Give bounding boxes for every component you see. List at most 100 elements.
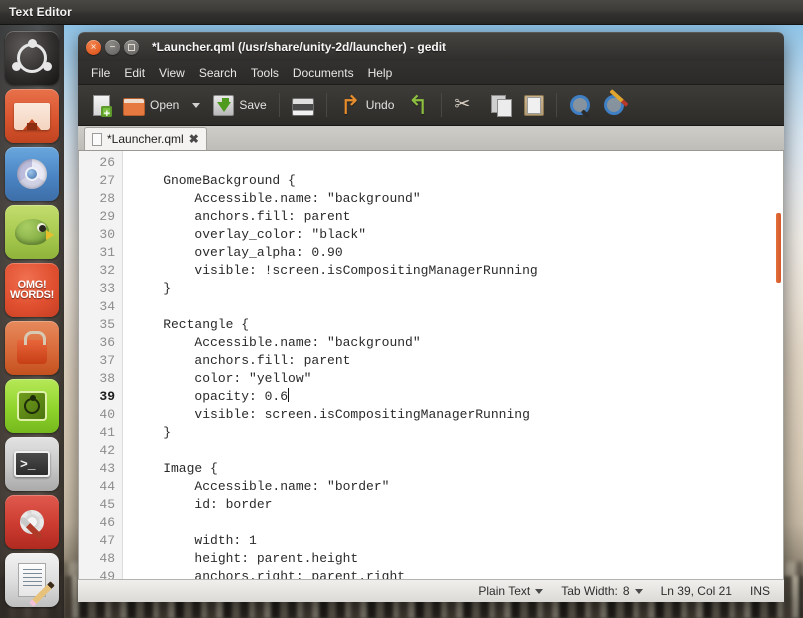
code-line[interactable]	[132, 154, 783, 172]
launcher-item-terminal[interactable]: >_	[5, 437, 59, 491]
tab-bar: *Launcher.qml ✖	[78, 126, 784, 151]
code-line[interactable]: Accessible.name: "background"	[132, 190, 783, 208]
code-line[interactable]: GnomeBackground {	[132, 172, 783, 190]
gedit-window: × − *Launcher.qml (/usr/share/unity-2d/l…	[78, 32, 784, 602]
chevron-down-icon	[192, 102, 201, 108]
menu-help[interactable]: Help	[361, 64, 400, 82]
print-button[interactable]	[286, 89, 320, 121]
cursor-position: Ln 39, Col 21	[661, 584, 732, 598]
toolbar: Open Save Undo	[78, 85, 784, 126]
code-line[interactable]: width: 1	[132, 532, 783, 550]
code-line[interactable]: visible: !screen.isCompositingManagerRun…	[132, 262, 783, 280]
tab-width-selector[interactable]: Tab Width: 8	[561, 584, 643, 598]
menu-edit[interactable]: Edit	[117, 64, 152, 82]
line-number: 26	[99, 155, 115, 170]
launcher-item-angry-birds[interactable]	[5, 205, 59, 259]
code-line[interactable]	[132, 514, 783, 532]
code-line[interactable]: Accessible.name: "background"	[132, 334, 783, 352]
chevron-down-icon	[634, 588, 643, 594]
code-line[interactable]: color: "yellow"	[132, 370, 783, 388]
tab-launcher-qml[interactable]: *Launcher.qml ✖	[84, 127, 207, 150]
clipboard-icon	[524, 94, 545, 116]
language-label: Plain Text	[478, 584, 531, 598]
code-line[interactable]: id: border	[132, 496, 783, 514]
code-line[interactable]: visible: screen.isCompositingManagerRunn…	[132, 406, 783, 424]
language-selector[interactable]: Plain Text	[478, 584, 544, 598]
open-button[interactable]: Open	[117, 89, 185, 121]
window-minimize-button[interactable]: −	[105, 39, 120, 55]
omg-words-line2: WORDS!	[9, 289, 55, 301]
toolbar-separator-3	[441, 93, 443, 117]
code-line[interactable]	[132, 442, 783, 460]
line-number: 31	[99, 245, 115, 260]
code-line[interactable]	[132, 298, 783, 316]
code-line[interactable]: Rectangle {	[132, 316, 783, 334]
menu-documents[interactable]: Documents	[286, 64, 361, 82]
shopping-bag-icon	[17, 330, 47, 364]
tab-close-icon[interactable]: ✖	[189, 133, 199, 145]
chevron-down-icon	[535, 588, 544, 594]
undo-button[interactable]: Undo	[333, 89, 401, 121]
software-updater-icon	[17, 391, 47, 421]
code-line[interactable]: Image {	[132, 460, 783, 478]
code-line[interactable]: }	[132, 424, 783, 442]
launcher-item-ubuntu-software[interactable]	[5, 321, 59, 375]
launcher-item-ubuntu-dash[interactable]	[5, 31, 59, 85]
line-number: 33	[99, 281, 115, 296]
launcher-item-files[interactable]	[5, 89, 59, 143]
launcher-item-system-settings[interactable]	[5, 495, 59, 549]
launcher-item-chromium[interactable]	[5, 147, 59, 201]
line-number: 47	[99, 533, 115, 548]
editor-area[interactable]: 26 27 28 29 30 31 32 33 34 35 36 37 38 39 40 41 42 43 44 45…	[78, 151, 784, 579]
window-title: *Launcher.qml (/usr/share/unity-2d/launc…	[152, 40, 447, 54]
unity-launcher: OMG! WORDS! >_	[0, 25, 64, 618]
vertical-scrollbar[interactable]	[776, 213, 781, 283]
cut-button[interactable]	[448, 89, 484, 121]
line-number: 36	[99, 335, 115, 350]
window-titlebar[interactable]: × − *Launcher.qml (/usr/share/unity-2d/l…	[78, 32, 784, 61]
code-line[interactable]: overlay_alpha: 0.90	[132, 244, 783, 262]
line-number: 42	[99, 443, 115, 458]
new-document-button[interactable]	[84, 89, 116, 121]
find-button[interactable]	[563, 89, 597, 121]
code-line[interactable]: anchors.fill: parent	[132, 352, 783, 370]
menu-view[interactable]: View	[152, 64, 192, 82]
bird-icon	[15, 219, 54, 245]
launcher-item-gedit[interactable]	[5, 553, 59, 607]
open-button-label: Open	[150, 98, 180, 112]
cursor-position-label: Ln 39, Col 21	[660, 584, 732, 598]
line-number: 41	[99, 425, 115, 440]
launcher-item-software-updater[interactable]	[5, 379, 59, 433]
menu-file[interactable]: File	[84, 64, 117, 82]
window-close-button[interactable]: ×	[86, 39, 101, 55]
code-line[interactable]: anchors.fill: parent	[132, 208, 783, 226]
code-line[interactable]: opacity: 0.6	[132, 388, 783, 406]
omg-words-icon: OMG! WORDS!	[9, 280, 55, 301]
code-line[interactable]: Accessible.name: "border"	[132, 478, 783, 496]
line-number: 34	[99, 299, 115, 314]
toolbar-separator-2	[325, 93, 327, 117]
window-maximize-button[interactable]	[124, 39, 139, 55]
printer-icon	[291, 97, 314, 116]
code-text-area[interactable]: GnomeBackground { Accessible.name: "back…	[123, 151, 783, 579]
panel-app-title: Text Editor	[9, 5, 72, 19]
paste-button[interactable]	[518, 89, 550, 121]
open-dropdown-button[interactable]	[186, 89, 206, 121]
code-line[interactable]: anchors.right: parent.right	[132, 568, 783, 579]
replace-button[interactable]	[598, 89, 632, 121]
code-line[interactable]: height: parent.height	[132, 550, 783, 568]
menu-tools[interactable]: Tools	[244, 64, 286, 82]
redo-arrow-icon	[407, 98, 429, 112]
save-icon	[213, 94, 235, 116]
terminal-icon: >_	[14, 451, 50, 477]
launcher-item-omg-words[interactable]: OMG! WORDS!	[5, 263, 59, 317]
line-number: 46	[99, 515, 115, 530]
tab-width-value: 8	[622, 584, 630, 598]
redo-button[interactable]	[401, 89, 435, 121]
copy-button[interactable]	[485, 89, 517, 121]
save-button[interactable]: Save	[207, 89, 272, 121]
menu-search[interactable]: Search	[192, 64, 244, 82]
code-line[interactable]: }	[132, 280, 783, 298]
code-line[interactable]: overlay_color: "black"	[132, 226, 783, 244]
document-icon	[92, 132, 102, 146]
